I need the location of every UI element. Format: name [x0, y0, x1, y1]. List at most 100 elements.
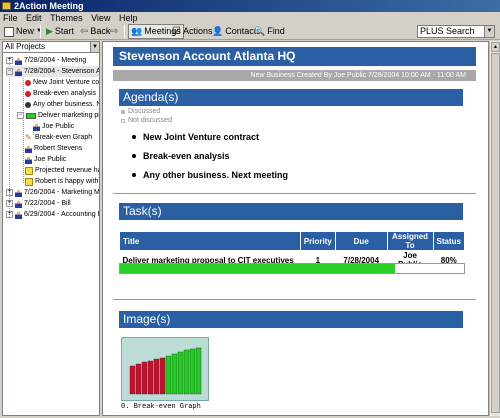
new-document-icon	[4, 26, 14, 37]
red-dot-icon	[25, 79, 31, 86]
agenda-item-label: Break-even analysis	[143, 151, 230, 161]
thumbnail-bar	[135, 363, 142, 395]
expand-icon[interactable]: +	[6, 57, 13, 64]
menu-view[interactable]: View	[88, 12, 113, 24]
tree-item-label: Robert is happy with m	[35, 178, 100, 185]
main-scrollbar[interactable]: ▲	[489, 41, 500, 416]
tree-item-label: 7/28/2004 - Meeting	[24, 57, 87, 64]
tree-item-meeting-3[interactable]: + 7/26/2004 - Marketing Meet	[6, 187, 99, 198]
scrollbar-thumb[interactable]	[491, 53, 500, 413]
meeting-icon	[15, 67, 22, 76]
tree-item-meeting-1[interactable]: + 7/28/2004 - Meeting	[6, 55, 86, 66]
tree-item-agenda-3[interactable]: Any other business. Ne	[25, 99, 99, 110]
tree-item-label: 7/22/2004 - Bill	[24, 200, 71, 207]
task-icon	[26, 112, 36, 119]
tree-item-label: Break-even analysis	[33, 90, 97, 97]
thumbnail-bar	[141, 361, 148, 395]
tree-item-image[interactable]: ✎ Break-even Graph	[25, 132, 92, 143]
menu-file[interactable]: File	[0, 12, 21, 24]
legend-not-discussed-label: Not discussed	[128, 117, 172, 124]
start-label: Start	[54, 26, 74, 36]
agenda-section: Agenda(s) Discussed Not discussed New Jo…	[113, 85, 476, 194]
agenda-item[interactable]: New Joint Venture contract	[132, 132, 259, 142]
chevron-down-icon[interactable]: ▼	[90, 42, 99, 52]
column-assigned-to[interactable]: Assigned To	[386, 231, 434, 251]
tree-item-meeting-2[interactable]: − 7/28/2004 - Stevenson Acco	[6, 66, 99, 77]
new-label: New	[16, 26, 35, 36]
start-button[interactable]: ▶ Start	[44, 24, 76, 39]
images-section: Image(s) 0. Break-even Graph	[113, 301, 476, 412]
tree-item-note-2[interactable]: Robert is happy with m	[25, 176, 100, 187]
break-even-graph-thumbnail[interactable]	[121, 337, 209, 401]
new-button[interactable]: New ▼	[2, 24, 44, 39]
tree-item-label: 6/29/2004 - Accounting Rev	[24, 211, 99, 218]
tree-item-label: Break-even Graph	[35, 134, 93, 141]
column-due[interactable]: Due	[334, 231, 388, 251]
meeting-icon	[15, 188, 22, 197]
project-filter-select[interactable]: All Projects ▼	[3, 42, 99, 53]
app-icon	[2, 2, 11, 10]
window-title: 2Action Meeting	[14, 1, 84, 11]
column-title[interactable]: Title	[119, 231, 301, 251]
back-arrow-icon: ⇦	[80, 26, 89, 37]
menu-themes[interactable]: Themes	[47, 12, 86, 24]
tree-item-label: New Joint Venture cont	[33, 79, 100, 86]
meeting-title: Stevenson Account Atlanta HQ	[113, 47, 476, 66]
forward-arrow-icon: ⇨	[110, 26, 119, 37]
title-bar: 2Action Meeting	[0, 0, 500, 12]
thumbnail-bar	[153, 358, 160, 395]
agenda-item[interactable]: Break-even analysis	[132, 151, 230, 161]
tree-item-label: Robert Stevens	[34, 145, 83, 152]
plus-search-field[interactable]: PLUS Search ▼	[417, 25, 495, 38]
tree-item-label: Joe Public	[34, 156, 67, 163]
tree-item-agenda-1[interactable]: New Joint Venture cont	[25, 77, 100, 88]
actions-label: Actions	[182, 26, 213, 36]
person-icon	[25, 155, 32, 164]
collapse-icon[interactable]: −	[17, 112, 24, 119]
chevron-down-icon[interactable]: ▼	[484, 26, 494, 37]
tree-item-meeting-4[interactable]: + 7/22/2004 - Bill	[6, 198, 71, 209]
forward-button[interactable]: ⇨	[108, 24, 120, 39]
tree-item-note-1[interactable]: Projected revenue has	[25, 165, 99, 176]
contacts-icon: 👤	[212, 26, 224, 36]
tree-item-meeting-5[interactable]: + 6/29/2004 - Accounting Rev	[6, 209, 99, 220]
menu-edit[interactable]: Edit	[23, 12, 45, 24]
agenda-item-label: Any other business. Next meeting	[143, 170, 289, 180]
thumbnail-bar	[147, 360, 154, 395]
expand-icon[interactable]: +	[6, 211, 13, 218]
dark-dot-icon	[25, 101, 31, 108]
menu-help[interactable]: Help	[116, 12, 141, 24]
bullet-icon	[132, 154, 136, 158]
column-priority[interactable]: Priority	[299, 231, 336, 251]
person-icon	[25, 144, 32, 153]
tree-item-attendee-2[interactable]: Joe Public	[25, 154, 66, 165]
meeting-view: Stevenson Account Atlanta HQ New Busines…	[102, 41, 489, 416]
image-caption: 0. Break-even Graph	[121, 403, 201, 411]
red-dot-icon	[25, 90, 31, 97]
tree-item-task[interactable]: − Deliver marketing propo	[17, 110, 99, 121]
column-status[interactable]: Status	[432, 231, 466, 251]
tree-item-label: 7/28/2004 - Stevenson Acco	[24, 68, 99, 75]
tree-item-attendee-1[interactable]: Robert Stevens	[25, 143, 82, 154]
thumbnail-bar	[165, 355, 172, 395]
thumbnail-bar	[129, 365, 136, 395]
actions-button[interactable]: ☑ Actions	[170, 24, 214, 39]
task-progress-bar	[119, 263, 465, 274]
agenda-item[interactable]: Any other business. Next meeting	[132, 170, 288, 180]
thumbnail-bar	[159, 357, 166, 395]
search-icon: 🔍	[254, 26, 266, 36]
expand-icon[interactable]: +	[6, 200, 13, 207]
collapse-icon[interactable]: −	[6, 68, 13, 75]
scroll-up-icon[interactable]: ▲	[491, 42, 500, 52]
tasks-section: Task(s) Title Priority Due Assigned To S…	[113, 195, 476, 300]
thumbnail-bar	[171, 353, 178, 395]
meetings-icon: 👥	[131, 26, 143, 36]
tree-item-agenda-2[interactable]: Break-even analysis	[25, 88, 96, 99]
find-label: Find	[267, 26, 285, 36]
person-icon	[33, 122, 40, 131]
tree-item-assignee[interactable]: Joe Public	[33, 121, 74, 132]
expand-icon[interactable]: +	[6, 189, 13, 196]
find-button[interactable]: 🔍 Find	[252, 24, 287, 39]
meeting-subtitle: New Business Created By Joe Public 7/28/…	[113, 70, 476, 81]
note-icon	[25, 177, 33, 186]
